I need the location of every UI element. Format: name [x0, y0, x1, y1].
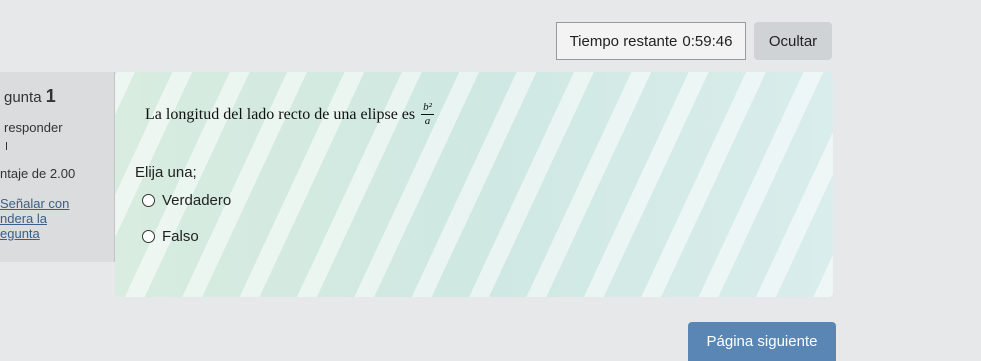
hide-timer-button[interactable]: Ocultar: [754, 22, 832, 60]
radio-button[interactable]: [142, 230, 155, 243]
question-text: La longitud del lado recto de una elipse…: [145, 102, 434, 127]
question-status: responder: [4, 120, 63, 135]
question-score: ntaje de 2.00: [0, 166, 76, 181]
question-info-panel: gunta 1 responder ntaje de 2.00 Señalar …: [0, 72, 115, 262]
option-verdadero[interactable]: Verdadero: [142, 192, 231, 209]
fraction-denominator: a: [424, 115, 431, 127]
next-page-button[interactable]: Página siguiente: [688, 322, 836, 361]
flag-line-2: ndera la: [0, 211, 47, 226]
flag-line-1: Señalar con: [0, 196, 70, 211]
timer-label: Tiempo restante: [569, 32, 678, 50]
question-content: La longitud del lado recto de una elipse…: [115, 72, 833, 297]
option-label: Verdadero: [162, 192, 232, 209]
option-label: Falso: [162, 228, 199, 245]
fraction: b² a: [421, 102, 434, 127]
question-number: gunta 1: [4, 86, 56, 107]
timer-box: Tiempo restante 0:59:46: [556, 22, 746, 60]
timer-value: 0:59:46: [682, 32, 733, 50]
question-text-body: La longitud del lado recto de una elipse…: [145, 105, 416, 123]
answer-prompt: Elija una;: [135, 164, 197, 181]
question-number-prefix: gunta: [4, 89, 42, 106]
option-falso[interactable]: Falso: [142, 228, 199, 245]
question-number-value: 1: [45, 86, 56, 106]
status-marker: [6, 142, 7, 150]
fraction-numerator: b²: [421, 101, 434, 115]
flag-question-link[interactable]: Señalar con ndera la egunta: [0, 196, 69, 241]
radio-button[interactable]: [142, 194, 155, 207]
flag-line-3: egunta: [0, 226, 40, 241]
